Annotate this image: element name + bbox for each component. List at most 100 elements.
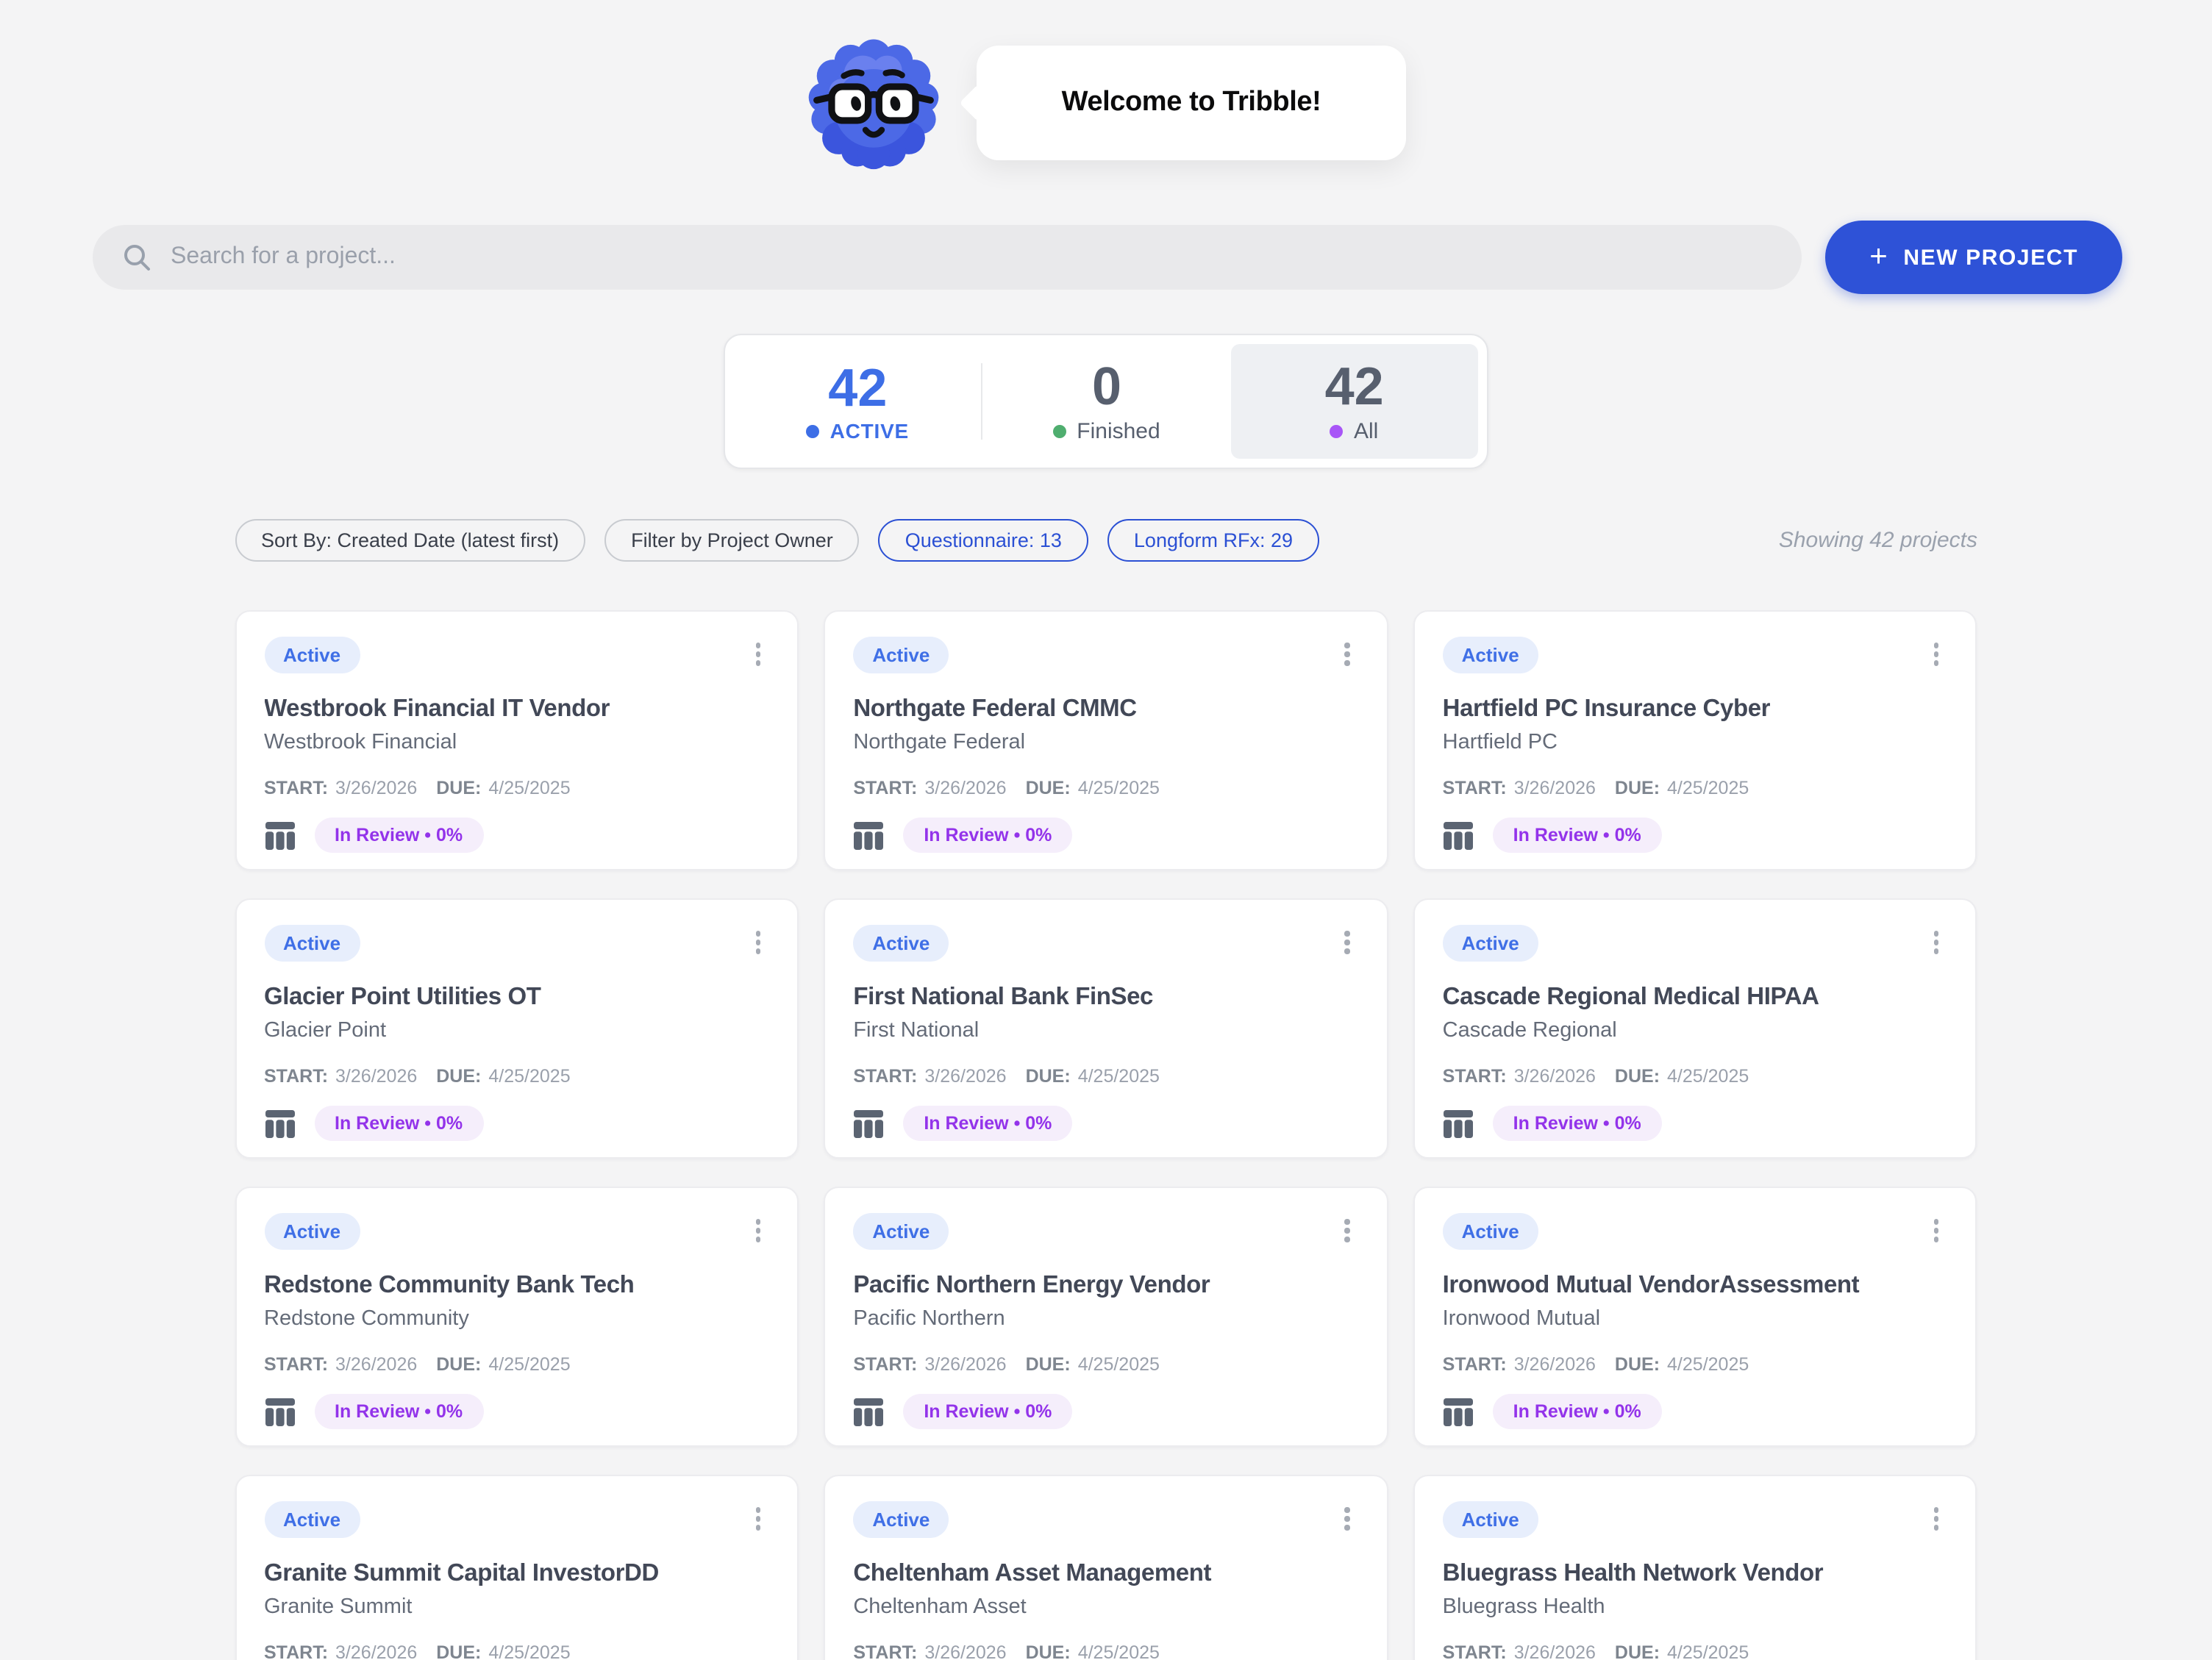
table-icon — [1443, 1398, 1474, 1425]
project-card[interactable]: Active Northgate Federal CMMC Northgate … — [824, 610, 1388, 870]
all-dot-icon — [1330, 425, 1344, 438]
status-badge: Active — [1443, 637, 1538, 673]
search-icon — [122, 243, 151, 272]
review-status-pill: In Review • 0% — [903, 818, 1072, 853]
card-footer: In Review • 0% — [1443, 1106, 1948, 1141]
active-label: ACTIVE — [830, 420, 910, 443]
kebab-menu-icon[interactable] — [1925, 1213, 1948, 1248]
kebab-menu-icon[interactable] — [746, 1213, 769, 1248]
project-dates: START: 3/26/2026 DUE: 4/25/2025 — [853, 1642, 1358, 1660]
project-card[interactable]: Active First National Bank FinSec First … — [824, 898, 1388, 1159]
status-badge: Active — [853, 1213, 949, 1250]
project-dates: START: 3/26/2026 DUE: 4/25/2025 — [853, 778, 1358, 798]
filter-owner-chip[interactable]: Filter by Project Owner — [604, 519, 860, 562]
longform-rfx-filter-chip[interactable]: Longform RFx: 29 — [1107, 519, 1319, 562]
project-card[interactable]: Active Westbrook Financial IT Vendor Wes… — [235, 610, 799, 870]
project-dates: START: 3/26/2026 DUE: 4/25/2025 — [1443, 1642, 1948, 1660]
start-label: START: — [853, 1066, 917, 1087]
kebab-menu-icon[interactable] — [1925, 637, 1948, 671]
table-icon — [264, 821, 295, 849]
status-badge: Active — [1443, 1213, 1538, 1250]
start-date: 3/26/2026 — [1514, 1642, 1596, 1660]
review-status-pill: In Review • 0% — [903, 1394, 1072, 1429]
sort-by-chip[interactable]: Sort By: Created Date (latest first) — [235, 519, 585, 562]
review-status-pill: In Review • 0% — [1493, 1394, 1662, 1429]
due-label: DUE: — [1026, 1066, 1071, 1087]
due-label: DUE: — [436, 778, 481, 798]
search-bar[interactable] — [93, 225, 1802, 290]
due-date: 4/25/2025 — [1667, 1066, 1749, 1087]
project-owner: Glacier Point — [264, 1019, 769, 1042]
search-input[interactable] — [171, 244, 1772, 271]
start-date: 3/26/2026 — [335, 1066, 417, 1087]
review-status-pill: In Review • 0% — [314, 1106, 483, 1141]
project-card[interactable]: Active Redstone Community Bank Tech Reds… — [235, 1187, 799, 1447]
project-title: Glacier Point Utilities OT — [264, 984, 769, 1012]
table-icon — [1443, 821, 1474, 849]
questionnaire-filter-chip[interactable]: Questionnaire: 13 — [879, 519, 1088, 562]
project-card[interactable]: Active Cheltenham Asset Management Chelt… — [824, 1475, 1388, 1660]
project-owner: Bluegrass Health — [1443, 1595, 1948, 1619]
project-card[interactable]: Active Granite Summit Capital InvestorDD… — [235, 1475, 799, 1660]
project-card[interactable]: Active Glacier Point Utilities OT Glacie… — [235, 898, 799, 1159]
project-title: Hartfield PC Insurance Cyber — [1443, 695, 1948, 723]
due-date: 4/25/2025 — [488, 1354, 570, 1375]
project-title: Ironwood Mutual VendorAssessment — [1443, 1272, 1948, 1300]
plus-icon: + — [1869, 240, 1888, 271]
project-dates: START: 3/26/2026 DUE: 4/25/2025 — [264, 1642, 769, 1660]
kebab-menu-icon[interactable] — [746, 925, 769, 959]
kebab-menu-icon[interactable] — [1925, 925, 1948, 959]
status-badge: Active — [853, 1501, 949, 1538]
new-project-label: NEW PROJECT — [1903, 245, 2078, 270]
card-footer: In Review • 0% — [264, 818, 769, 853]
hero-header: Welcome to Tribble! — [0, 0, 2212, 176]
kebab-menu-icon[interactable] — [746, 1501, 769, 1536]
kebab-menu-icon[interactable] — [1336, 925, 1359, 959]
card-footer: In Review • 0% — [264, 1394, 769, 1429]
table-icon — [853, 821, 884, 849]
review-status-pill: In Review • 0% — [1493, 1106, 1662, 1141]
project-card[interactable]: Active Cascade Regional Medical HIPAA Ca… — [1413, 898, 1977, 1159]
kebab-menu-icon[interactable] — [1336, 1501, 1359, 1536]
start-label: START: — [1443, 1066, 1507, 1087]
status-badge: Active — [264, 637, 360, 673]
stats-tab-active[interactable]: 42 ACTIVE — [734, 344, 982, 459]
new-project-button[interactable]: + NEW PROJECT — [1825, 221, 2122, 294]
due-label: DUE: — [1615, 778, 1660, 798]
start-label: START: — [264, 778, 328, 798]
finished-label: Finished — [1077, 419, 1160, 444]
review-status-pill: In Review • 0% — [1493, 818, 1662, 853]
project-dates: START: 3/26/2026 DUE: 4/25/2025 — [264, 1066, 769, 1087]
review-status-pill: In Review • 0% — [903, 1106, 1072, 1141]
due-date: 4/25/2025 — [1667, 1354, 1749, 1375]
project-card[interactable]: Active Hartfield PC Insurance Cyber Hart… — [1413, 610, 1977, 870]
kebab-menu-icon[interactable] — [746, 637, 769, 671]
kebab-menu-icon[interactable] — [1336, 1213, 1359, 1248]
project-owner: Ironwood Mutual — [1443, 1307, 1948, 1331]
start-date: 3/26/2026 — [1514, 1066, 1596, 1087]
start-label: START: — [853, 1354, 917, 1375]
project-title: Northgate Federal CMMC — [853, 695, 1358, 723]
start-date: 3/26/2026 — [335, 778, 417, 798]
start-date: 3/26/2026 — [924, 1642, 1006, 1660]
kebab-menu-icon[interactable] — [1336, 637, 1359, 671]
due-label: DUE: — [1615, 1066, 1660, 1087]
due-date: 4/25/2025 — [1078, 1354, 1160, 1375]
start-date: 3/26/2026 — [1514, 1354, 1596, 1375]
all-count: 42 — [1325, 359, 1384, 415]
start-date: 3/26/2026 — [924, 1066, 1006, 1087]
start-label: START: — [1443, 778, 1507, 798]
project-card[interactable]: Active Bluegrass Health Network Vendor B… — [1413, 1475, 1977, 1660]
project-card[interactable]: Active Pacific Northern Energy Vendor Pa… — [824, 1187, 1388, 1447]
due-label: DUE: — [1615, 1354, 1660, 1375]
due-date: 4/25/2025 — [1078, 778, 1160, 798]
kebab-menu-icon[interactable] — [1925, 1501, 1948, 1536]
stats-tab-finished[interactable]: 0 Finished — [983, 344, 1231, 459]
stats-tab-all[interactable]: 42 All — [1230, 344, 1478, 459]
project-title: First National Bank FinSec — [853, 984, 1358, 1012]
start-date: 3/26/2026 — [335, 1354, 417, 1375]
project-card[interactable]: Active Ironwood Mutual VendorAssessment … — [1413, 1187, 1977, 1447]
project-dates: START: 3/26/2026 DUE: 4/25/2025 — [1443, 1354, 1948, 1375]
showing-projects-count: Showing 42 projects — [1779, 528, 1977, 553]
project-stats-card: 42 ACTIVE 0 Finished 42 All — [724, 334, 1488, 469]
